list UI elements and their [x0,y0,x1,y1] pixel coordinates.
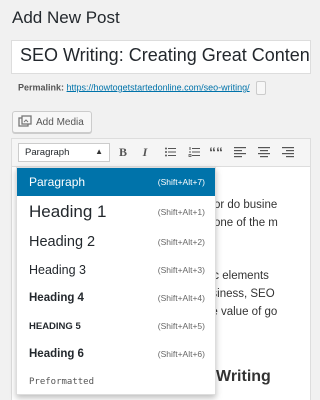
format-dropdown-menu: Paragraph (Shift+Alt+7) Heading 1 (Shift… [16,167,216,395]
format-option-heading-5[interactable]: HEADING 5 (Shift+Alt+5) [17,312,215,340]
format-option-label: Heading 1 [29,202,107,221]
format-select[interactable]: Paragraph ▲ [18,143,110,162]
align-right-button[interactable] [280,144,296,160]
permalink-label: Permalink: [18,82,65,93]
format-option-shortcut: (Shift+Alt+7) [157,177,205,187]
align-left-icon [234,147,246,158]
format-option-paragraph[interactable]: Paragraph (Shift+Alt+7) [17,168,215,196]
format-option-label: Heading 6 [29,348,84,360]
editor-toolbar: Paragraph ▲ B I ““ [12,139,310,167]
format-option-heading-4[interactable]: Heading 4 (Shift+Alt+4) [17,284,215,312]
caret-down-icon: ▲ [95,147,103,156]
format-option-heading-1[interactable]: Heading 1 (Shift+Alt+1) [17,196,215,228]
italic-button[interactable]: I [137,144,153,160]
permalink-url-link[interactable]: https://howtogetstartedonline.com/seo-wr… [67,82,250,92]
align-right-icon [282,147,294,158]
format-option-shortcut: (Shift+Alt+6) [157,349,205,359]
content-heading: Writing [216,368,271,385]
page-title: Add New Post [12,8,120,27]
format-option-heading-2[interactable]: Heading 2 (Shift+Alt+2) [17,228,215,256]
post-title-input[interactable]: SEO Writing: Creating Great Content [11,40,311,74]
media-icon [18,115,32,129]
format-option-shortcut: (Shift+Alt+3) [157,265,205,275]
add-media-label: Add Media [36,116,84,128]
permalink-row: Permalink: https://howtogetstartedonline… [18,81,267,95]
format-option-label: Heading 2 [29,234,96,250]
numbered-list-icon [188,147,200,157]
align-center-icon [258,147,270,158]
format-option-shortcut: (Shift+Alt+2) [157,237,205,247]
align-left-button[interactable] [232,144,248,160]
format-option-preformatted[interactable]: Preformatted [17,368,215,396]
numbered-list-button[interactable] [186,144,202,160]
format-option-label: Paragraph [29,175,86,189]
format-option-label: HEADING 5 [29,320,81,332]
bulleted-list-icon [165,147,176,157]
format-option-shortcut: (Shift+Alt+1) [157,207,205,217]
bulleted-list-button[interactable] [162,144,178,160]
format-option-heading-6[interactable]: Heading 6 (Shift+Alt+6) [17,340,215,368]
align-center-button[interactable] [256,144,272,160]
format-option-heading-3[interactable]: Heading 3 (Shift+Alt+3) [17,256,215,284]
format-option-shortcut: (Shift+Alt+5) [157,321,205,331]
blockquote-button[interactable]: ““ [208,144,224,160]
format-option-label: Preformatted [29,377,95,387]
format-option-label: Heading 4 [29,292,84,304]
permalink-edit-button[interactable] [256,81,267,95]
format-select-value: Paragraph [25,147,70,158]
add-media-button[interactable]: Add Media [12,111,92,133]
format-option-shortcut: (Shift+Alt+4) [157,293,205,303]
format-option-label: Heading 3 [29,263,86,277]
bold-button[interactable]: B [115,144,131,160]
